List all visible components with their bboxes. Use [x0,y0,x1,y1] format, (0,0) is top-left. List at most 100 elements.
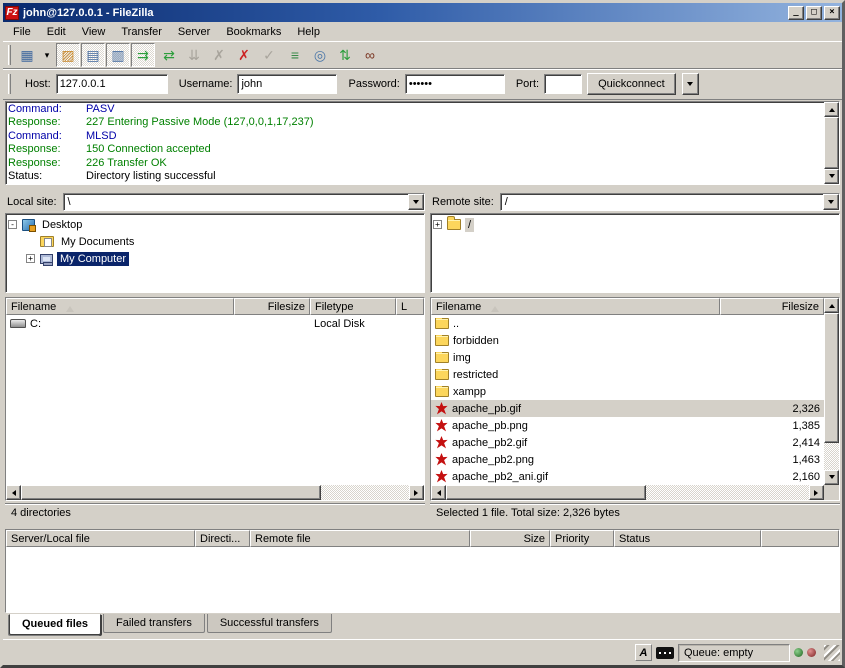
local-horizontal-scrollbar[interactable] [6,485,424,500]
column-header-filename[interactable]: Filename [6,298,234,315]
expander-icon[interactable]: + [433,220,442,229]
quickbar-grip[interactable] [8,74,11,94]
menu-item[interactable]: Transfer [113,23,170,41]
minimize-button[interactable]: _ [788,6,804,20]
scroll-down-button[interactable] [824,470,839,485]
site-manager-dropdown-icon[interactable]: ▾ [40,43,54,67]
remote-site-combo[interactable]: / [500,193,840,211]
menu-item[interactable]: Server [170,23,218,41]
column-header-filetype[interactable]: Filetype [310,298,396,315]
column-header-status[interactable]: Status [614,530,761,547]
quickconnect-dropdown-button[interactable] [682,73,699,95]
local-site-combo[interactable]: \ [63,193,425,211]
disconnect-icon[interactable]: ✗ [232,43,256,67]
scroll-left-button[interactable] [6,485,21,500]
quickconnect-button[interactable]: Quickconnect [587,73,676,95]
column-header-lastmodified[interactable]: L [396,298,424,315]
username-input[interactable] [237,74,337,94]
host-input[interactable] [56,74,168,94]
tree-item[interactable]: + My Computer [8,250,423,267]
menu-item[interactable]: Edit [39,23,74,41]
expander-icon[interactable]: - [8,220,17,229]
file-row[interactable]: forbidden [431,332,824,349]
queue-tab[interactable]: Successful transfers [207,614,332,633]
menu-item[interactable]: File [5,23,39,41]
scroll-thumb[interactable] [824,313,839,443]
scroll-thumb[interactable] [824,117,839,169]
queue-list[interactable] [6,547,839,612]
reconnect-icon[interactable]: ✓ [257,43,281,67]
queue-tab[interactable]: Queued files [9,614,101,635]
scroll-up-button[interactable] [824,102,839,117]
port-input[interactable] [544,74,582,94]
toggle-message-log-icon[interactable]: ▨ [56,43,80,67]
site-manager-icon[interactable]: ▦ [15,43,39,67]
toggle-local-tree-icon[interactable]: ▤ [81,43,105,67]
file-row[interactable]: apache_pb.gif 2,326 [431,400,824,417]
file-row[interactable]: apache_pb2.png 1,463 [431,451,824,468]
maximize-button[interactable]: □ [806,6,822,20]
log-line: Response: 227 Entering Passive Mode (127… [8,116,822,129]
remote-site-dropdown-button[interactable] [823,194,839,210]
scroll-thumb[interactable] [21,485,321,500]
filter-icon[interactable]: ≡ [283,43,307,67]
scroll-up-button[interactable] [824,298,839,313]
local-site-label: Local site: [5,196,63,208]
file-row[interactable]: apache_pb2.gif 2,414 [431,434,824,451]
transfer-type-indicator-icon[interactable]: A [635,644,652,661]
queue-status-text: Queue: empty [678,644,790,662]
scroll-left-button[interactable] [431,485,446,500]
process-queue-icon[interactable]: ⇊ [182,43,206,67]
scroll-down-button[interactable] [824,169,839,184]
file-name: C: [30,318,41,330]
scroll-track[interactable] [824,443,839,470]
remote-horizontal-scrollbar[interactable] [431,485,824,500]
compare-directories-icon[interactable]: ◎ [308,43,332,67]
local-site-dropdown-button[interactable] [408,194,424,210]
column-header-local-file[interactable]: Server/Local file [6,530,195,547]
file-row[interactable]: img [431,349,824,366]
file-row[interactable]: xampp [431,383,824,400]
tree-item[interactable]: My Documents [8,233,423,250]
scroll-track[interactable] [321,485,409,500]
queue-tab[interactable]: Failed transfers [103,614,205,633]
menu-item[interactable]: Bookmarks [218,23,289,41]
column-header-remote-file[interactable]: Remote file [250,530,470,547]
file-row[interactable]: apache_pb2_ani.gif 2,160 [431,468,824,485]
close-button[interactable]: × [824,6,840,20]
column-header-direction[interactable]: Directi... [195,530,250,547]
menu-item[interactable]: Help [289,23,328,41]
menu-item[interactable]: View [74,23,114,41]
file-row[interactable]: apache_pb.png 1,385 [431,417,824,434]
resize-grip[interactable] [824,645,840,661]
toolbar-grip[interactable] [8,45,11,65]
scroll-right-button[interactable] [809,485,824,500]
log-scrollbar[interactable] [824,102,839,184]
scroll-thumb[interactable] [446,485,646,500]
file-row[interactable]: .. [431,315,824,332]
column-header-spacer [761,530,839,547]
scroll-right-button[interactable] [409,485,424,500]
tree-item[interactable]: - Desktop [8,216,423,233]
tree-item-label: / [465,218,474,232]
tree-item[interactable]: + / [433,216,838,233]
toggle-remote-tree-icon[interactable]: ▥ [106,43,130,67]
file-row[interactable]: C: Local Disk [6,315,424,332]
column-header-filesize[interactable]: Filesize [720,298,824,315]
find-files-icon[interactable]: ∞ [358,43,382,67]
column-header-priority[interactable]: Priority [550,530,614,547]
synchronized-browsing-icon[interactable]: ⇅ [333,43,357,67]
column-header-filename[interactable]: Filename [431,298,720,315]
password-input[interactable] [405,74,505,94]
remote-vertical-scrollbar[interactable] [824,298,839,500]
speedlimit-indicator-icon[interactable] [656,647,674,659]
column-header-size[interactable]: Size [470,530,550,547]
file-row[interactable]: restricted [431,366,824,383]
column-header-filesize[interactable]: Filesize [234,298,310,315]
expander-icon[interactable]: + [26,254,35,263]
refresh-icon[interactable]: ⇄ [157,43,181,67]
title-bar[interactable]: Fz john@127.0.0.1 - FileZilla _ □ × [3,3,842,22]
toggle-queue-icon[interactable]: ⇉ [131,43,155,67]
cancel-transfer-icon[interactable]: ✗ [207,43,231,67]
scroll-track[interactable] [646,485,809,500]
